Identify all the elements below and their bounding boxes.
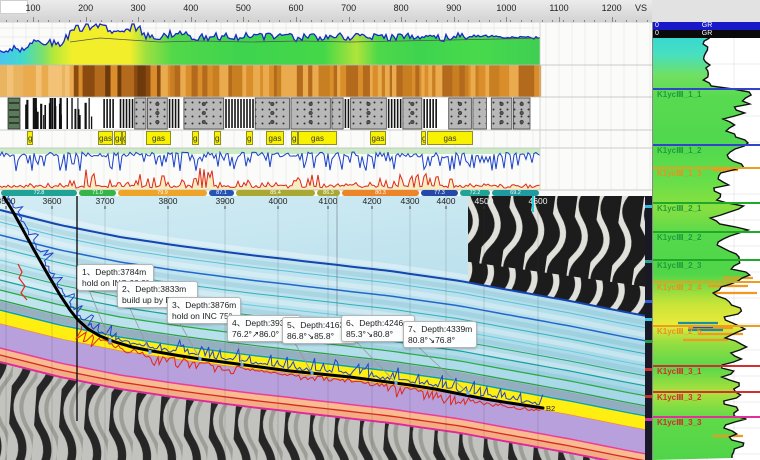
formation-label: K1ycⅢ_2_1 bbox=[657, 204, 701, 213]
vs-ruler-label: 200 bbox=[78, 3, 93, 13]
ruler-corner-box bbox=[0, 0, 28, 14]
md-ruler-label: 4100 bbox=[319, 196, 338, 206]
gr-correlation-panel[interactable]: 0 GR 0 GR K1ycⅢ_1_1 K1ycⅢ_1_2 K1ycⅢ_1_3 K1y… bbox=[652, 22, 760, 460]
vs-ruler-label: 700 bbox=[341, 3, 356, 13]
md-ruler-label: 3600 bbox=[43, 196, 62, 206]
vs-ruler-label: 1200 bbox=[602, 3, 622, 13]
md-ruler-label: 3700 bbox=[96, 196, 115, 206]
survey-annotation-callout: 7、Depth:4339m80.8°↘76.8° bbox=[403, 321, 477, 348]
md-ruler-label: 4500 bbox=[475, 196, 494, 206]
annotation-detail-text: 85.3°↘80.8° bbox=[346, 329, 410, 340]
vs-ruler-label: 1000 bbox=[496, 3, 516, 13]
gr-header-black: 0 GR bbox=[653, 30, 760, 38]
edge-strip-marker bbox=[645, 300, 652, 303]
edge-strip-marker bbox=[645, 318, 652, 321]
edge-strip-marker bbox=[645, 418, 652, 421]
gas-show-label: gas bbox=[98, 131, 113, 145]
vs-axis-unit: VS bbox=[635, 3, 647, 13]
vs-ruler-label: 900 bbox=[446, 3, 461, 13]
gas-show-label: gas bbox=[427, 131, 473, 145]
gas-show-label: gas bbox=[421, 131, 426, 145]
gas-show-label: gas bbox=[27, 131, 33, 145]
gas-show-label: gas bbox=[114, 131, 122, 145]
gr-header-blue: 0 GR bbox=[653, 22, 760, 30]
vs-ruler-label: 600 bbox=[288, 3, 303, 13]
vs-ruler-label: 100 bbox=[25, 3, 40, 13]
gas-show-label: gas bbox=[266, 131, 284, 145]
seismic-section-panel[interactable]: 3500360037003800390040004100420043004400… bbox=[0, 196, 652, 460]
gas-show-label: gas bbox=[291, 131, 298, 145]
md-ruler-label: 3800 bbox=[159, 196, 178, 206]
log-tracks-canvas bbox=[0, 22, 652, 196]
vs-ruler-label: 400 bbox=[183, 3, 198, 13]
gas-show-label: gas bbox=[298, 131, 337, 145]
vs-ruler-label: 800 bbox=[394, 3, 409, 13]
edge-strip-marker bbox=[645, 205, 652, 208]
annotation-detail-text: 80.8°↘76.8° bbox=[408, 335, 472, 346]
vs-ruler-label: 1100 bbox=[549, 3, 568, 13]
edge-strip-marker bbox=[645, 395, 652, 398]
edge-strip-marker bbox=[645, 368, 652, 371]
formation-label: K1ycⅢ_2_5 bbox=[657, 327, 701, 336]
ruler-right-cap bbox=[652, 0, 760, 23]
gas-show-label: gas bbox=[246, 131, 253, 145]
gr-curve-name: GR bbox=[653, 30, 760, 38]
vs-ruler-label: 500 bbox=[236, 3, 251, 13]
md-ruler-label: 4400 bbox=[437, 196, 456, 206]
well-geosteering-app: 100 200 300 400 500 600 700 800 900 1000 1100 1200 V… bbox=[0, 0, 760, 460]
formation-label: K1ycⅢ_1_2 bbox=[657, 146, 701, 155]
md-ruler-label: 4300 bbox=[401, 196, 420, 206]
annotation-depth-text: 3、Depth:3876m bbox=[172, 300, 236, 311]
vs-ruler: 100 200 300 400 500 600 700 800 900 1000 1100 1200 V… bbox=[0, 0, 652, 23]
formation-label: K1ycⅢ_2_3 bbox=[657, 261, 701, 270]
formation-label: K1ycⅢ_1_3 bbox=[657, 169, 701, 178]
md-ruler-label: 3900 bbox=[216, 196, 235, 206]
vs-ruler-label: 300 bbox=[131, 3, 146, 13]
target-point-label: B2 bbox=[546, 404, 555, 413]
md-ruler-label: 4000 bbox=[269, 196, 288, 206]
formation-label: K1ycⅢ_3_1 bbox=[657, 367, 701, 376]
edge-strip-marker bbox=[645, 340, 652, 343]
gas-show-label: gas bbox=[122, 131, 126, 145]
formation-label: K1ycⅢ_3_2 bbox=[657, 393, 701, 402]
section-edge-strip bbox=[645, 196, 652, 460]
formation-label: K1ycⅢ_1_1 bbox=[657, 90, 701, 99]
gas-show-label: gas bbox=[192, 131, 199, 145]
edge-strip-marker bbox=[645, 260, 652, 263]
annotation-depth-text: 1、Depth:3784m bbox=[82, 267, 149, 278]
annotation-depth-text: 7、Depth:4339m bbox=[408, 324, 472, 335]
annotation-depth-text: 6、Depth:4246m bbox=[346, 318, 410, 329]
annotation-depth-text: 2、Depth:3833m bbox=[122, 284, 193, 295]
gr-curve-name: GR bbox=[653, 22, 760, 30]
formation-label: K1ycⅢ_3_3 bbox=[657, 418, 701, 427]
log-tracks-panel[interactable]: gasgasgasgasgasgasgasgasgasgasgasgasgasg… bbox=[0, 22, 652, 196]
formation-label: K1ycⅢ_2_4 bbox=[657, 283, 701, 292]
md-ruler-label: 4200 bbox=[363, 196, 382, 206]
gas-show-label: gas bbox=[370, 131, 386, 145]
md-ruler-label: 4600 bbox=[529, 196, 548, 206]
gas-show-label: gas bbox=[214, 131, 221, 145]
formation-label: K1ycⅢ_2_2 bbox=[657, 233, 701, 242]
gas-show-label: gas bbox=[146, 131, 171, 145]
